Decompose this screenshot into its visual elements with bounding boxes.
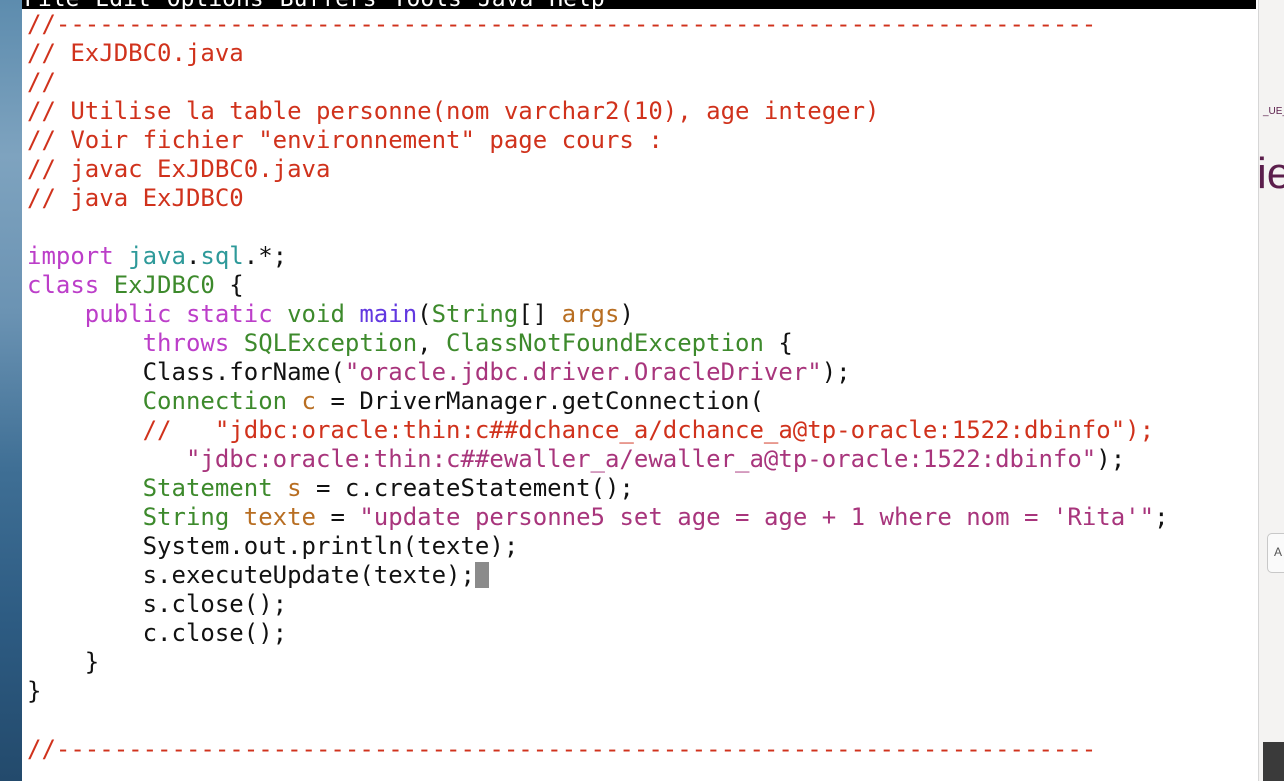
text-token: Class.forName(: [27, 358, 345, 386]
code-line: c.close();: [27, 619, 288, 647]
menu-edit[interactable]: Edit: [93, 0, 164, 11]
text-token: ): [619, 300, 634, 328]
text-token: (: [417, 300, 432, 328]
variable-token: texte: [243, 503, 316, 531]
text-token: ,: [417, 329, 447, 357]
text-token: []: [518, 300, 562, 328]
code-line: // Voir fichier "environnement" page cou…: [27, 126, 663, 154]
code-line: import java.sql.*;: [27, 242, 1256, 271]
code-line: // ExJDBC0.java: [27, 39, 244, 67]
keyword-token: class: [27, 271, 100, 299]
type-token: String: [142, 503, 230, 531]
type-token: Statement: [142, 474, 273, 502]
code-line: public static void main(String[] args): [27, 300, 1256, 329]
menu-bar: File Edit Options Buffers Tools Java Hel…: [22, 0, 1256, 11]
background-window-tag: _UE_: [1263, 106, 1284, 117]
code-line: //: [27, 68, 56, 96]
code-line: // "jdbc:oracle:thin:c##dchance_a/dchanc…: [27, 416, 1256, 445]
background-window-button-label: A: [1274, 545, 1283, 559]
text-token: );: [821, 358, 851, 386]
background-window-button[interactable]: A: [1267, 533, 1284, 573]
code-line: // Utilise la table personne(nom varchar…: [27, 97, 880, 125]
keyword-token: throws: [142, 329, 230, 357]
code-line: s.close();: [27, 590, 288, 618]
code-line: class ExJDBC0 {: [27, 271, 1256, 300]
code-line: }: [27, 648, 100, 676]
emacs-editor-window[interactable]: File Edit Options Buffers Tools Java Hel…: [22, 0, 1256, 781]
code-buffer[interactable]: //--------------------------------------…: [27, 10, 1256, 764]
type-token: SQLException: [243, 329, 418, 357]
code-line: System.out.println(texte);: [27, 532, 519, 560]
menu-options[interactable]: Options: [165, 0, 278, 11]
string-token: "oracle.jdbc.driver.OracleDriver": [344, 358, 822, 386]
code-line: // java ExJDBC0: [27, 184, 244, 212]
menu-buffers[interactable]: Buffers: [278, 0, 391, 11]
code-line: Class.forName("oracle.jdbc.driver.Oracle…: [27, 358, 1256, 387]
text-token: = DriverManager.getConnection(: [316, 387, 764, 415]
code-line: Statement s = c.createStatement();: [27, 474, 1256, 503]
background-window-dark-panel: [1263, 742, 1284, 781]
text-cursor: [474, 562, 489, 588]
type-token: void: [287, 300, 345, 328]
type-token: String: [431, 300, 519, 328]
code-line: }: [27, 677, 42, 705]
string-token: "update personne5 set age = age + 1 wher…: [359, 503, 1155, 531]
background-window-heading: ie: [1259, 152, 1284, 196]
type-token: Connection: [142, 387, 288, 415]
menu-java[interactable]: Java: [476, 0, 547, 11]
text-token: .: [185, 242, 201, 270]
type-token: ClassNotFoundException: [446, 329, 764, 357]
variable-token: c: [301, 387, 316, 415]
text-token: {: [763, 329, 793, 357]
code-line: //--------------------------------------…: [27, 10, 1097, 38]
desktop-background: [0, 0, 22, 781]
variable-token: s: [287, 474, 302, 502]
background-window[interactable]: _UE_ ie A: [1258, 0, 1284, 781]
menu-tools[interactable]: Tools: [391, 0, 476, 11]
code-line: "jdbc:oracle:thin:c##ewaller_a/ewaller_a…: [27, 445, 1256, 474]
code-line: String texte = "update personne5 set age…: [27, 503, 1256, 532]
string-token: "jdbc:oracle:thin:c##ewaller_a/ewaller_a…: [185, 445, 1097, 473]
menu-file[interactable]: File: [22, 0, 93, 11]
text-token: {: [214, 271, 244, 299]
text-token: );: [1096, 445, 1126, 473]
text-token: ;: [1154, 503, 1169, 531]
code-line-current[interactable]: s.executeUpdate(texte);: [27, 561, 1256, 590]
text-token: .*;: [243, 242, 288, 270]
text-token: = c.createStatement();: [301, 474, 634, 502]
function-name-token: main: [359, 300, 418, 328]
text-token: s.executeUpdate(texte);: [27, 561, 475, 589]
text-token: =: [316, 503, 360, 531]
package-token: sql: [200, 242, 244, 270]
class-name-token: ExJDBC0: [113, 271, 215, 299]
code-line: Connection c = DriverManager.getConnecti…: [27, 387, 1256, 416]
keyword-token: public static: [84, 300, 273, 328]
menu-help[interactable]: Help: [547, 0, 618, 11]
keyword-token: import: [27, 242, 114, 270]
comment-token: // "jdbc:oracle:thin:c##dchance_a/dchanc…: [142, 416, 1155, 444]
code-line: throws SQLException, ClassNotFoundExcept…: [27, 329, 1256, 358]
package-token: java: [128, 242, 186, 270]
code-line: // javac ExJDBC0.java: [27, 155, 331, 183]
variable-token: args: [561, 300, 620, 328]
code-line: //--------------------------------------…: [27, 735, 1097, 763]
